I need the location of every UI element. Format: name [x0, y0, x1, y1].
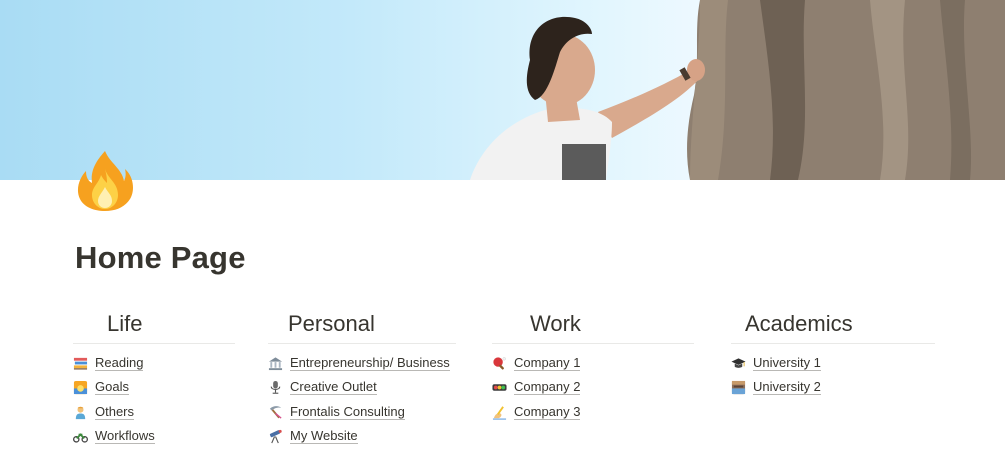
link-my-website[interactable]: My Website [268, 425, 456, 450]
link-entrepreneurship-business[interactable]: Entrepreneurship/ Business [268, 351, 456, 376]
ping-pong-icon [492, 356, 507, 371]
link-company-2[interactable]: Company 2 [492, 376, 694, 401]
sunrise-icon [73, 380, 88, 395]
bank-icon [268, 356, 283, 371]
microphone-icon [268, 380, 283, 395]
link-company-3[interactable]: Company 3 [492, 400, 694, 425]
link-company-1[interactable]: Company 1 [492, 351, 694, 376]
column-heading: Personal [268, 305, 456, 344]
page-title: Home Page [75, 240, 246, 275]
pickaxe-icon [268, 405, 283, 420]
motorcycle-icon [73, 429, 88, 444]
traffic-light-icon [492, 380, 507, 395]
fire-icon[interactable] [72, 147, 138, 213]
column-academics: Academics University 1 University 2 [731, 305, 935, 400]
writing-hand-icon [492, 405, 507, 420]
cover-image [0, 0, 1005, 180]
column-heading: Life [73, 305, 235, 344]
link-reading[interactable]: Reading [73, 351, 235, 376]
link-others[interactable]: Others [73, 400, 235, 425]
school-building-icon [731, 380, 746, 395]
graduation-cap-icon [731, 356, 746, 371]
link-creative-outlet[interactable]: Creative Outlet [268, 376, 456, 401]
column-life: Life Reading Goals Others Workflows [73, 305, 235, 449]
books-icon [73, 356, 88, 371]
link-frontalis-consulting[interactable]: Frontalis Consulting [268, 400, 456, 425]
link-workflows[interactable]: Workflows [73, 425, 235, 450]
column-heading: Academics [731, 305, 935, 344]
column-heading: Work [492, 305, 694, 344]
person-icon [73, 405, 88, 420]
column-personal: Personal Entrepreneurship/ Business Crea… [268, 305, 456, 449]
column-work: Work Company 1 Company 2 Company 3 [492, 305, 694, 425]
telescope-icon [268, 429, 283, 444]
link-goals[interactable]: Goals [73, 376, 235, 401]
link-university-1[interactable]: University 1 [731, 351, 935, 376]
link-university-2[interactable]: University 2 [731, 376, 935, 401]
